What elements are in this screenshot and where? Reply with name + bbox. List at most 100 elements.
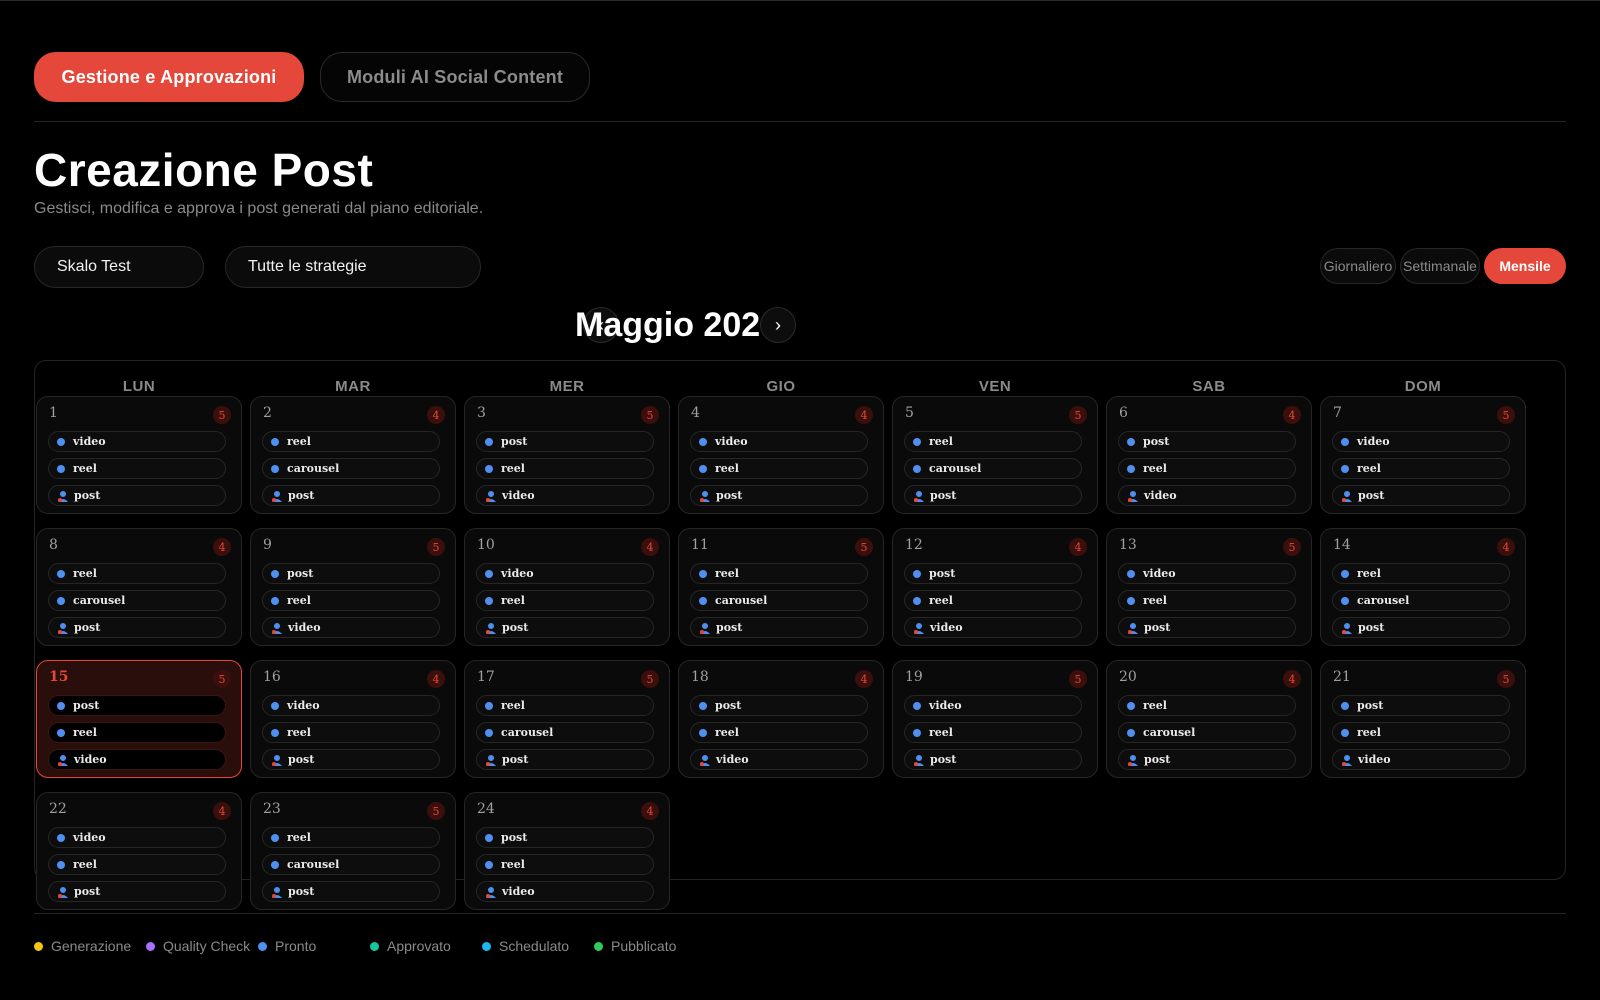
post-item[interactable]: post bbox=[476, 749, 654, 770]
day-cell-15[interactable]: 15 5 post reel video bbox=[36, 660, 242, 778]
post-item[interactable]: post bbox=[48, 617, 226, 638]
post-item[interactable]: reel bbox=[690, 563, 868, 584]
day-cell-21[interactable]: 21 5 post reel video bbox=[1320, 660, 1526, 778]
day-cell-24[interactable]: 24 4 post reel video bbox=[464, 792, 670, 910]
day-cell-20[interactable]: 20 4 reel carousel post bbox=[1106, 660, 1312, 778]
post-item[interactable]: post bbox=[1332, 485, 1510, 506]
day-cell-23[interactable]: 23 5 reel carousel post bbox=[250, 792, 456, 910]
post-item[interactable]: post bbox=[48, 695, 226, 716]
post-item[interactable]: video bbox=[476, 563, 654, 584]
post-item[interactable]: reel bbox=[476, 590, 654, 611]
post-item[interactable]: post bbox=[1332, 617, 1510, 638]
post-item[interactable]: reel bbox=[904, 590, 1082, 611]
day-cell-14[interactable]: 14 4 reel carousel post bbox=[1320, 528, 1526, 646]
client-select[interactable]: Skalo Test bbox=[34, 246, 204, 288]
post-item[interactable]: video bbox=[262, 695, 440, 716]
post-item[interactable]: reel bbox=[48, 563, 226, 584]
post-item[interactable]: reel bbox=[1332, 563, 1510, 584]
post-item[interactable]: reel bbox=[476, 458, 654, 479]
post-item[interactable]: video bbox=[690, 431, 868, 452]
day-cell-9[interactable]: 9 5 post reel video bbox=[250, 528, 456, 646]
post-item[interactable]: post bbox=[48, 485, 226, 506]
post-item[interactable]: reel bbox=[48, 854, 226, 875]
post-item[interactable]: video bbox=[48, 827, 226, 848]
day-cell-12[interactable]: 12 4 post reel video bbox=[892, 528, 1098, 646]
post-item[interactable]: video bbox=[1332, 749, 1510, 770]
post-item[interactable]: post bbox=[262, 749, 440, 770]
post-item[interactable]: post bbox=[262, 485, 440, 506]
post-item[interactable]: carousel bbox=[262, 458, 440, 479]
post-item[interactable]: post bbox=[904, 563, 1082, 584]
post-item[interactable]: video bbox=[48, 431, 226, 452]
day-cell-8[interactable]: 8 4 reel carousel post bbox=[36, 528, 242, 646]
day-cell-3[interactable]: 3 5 post reel video bbox=[464, 396, 670, 514]
post-item[interactable]: post bbox=[904, 485, 1082, 506]
post-item[interactable]: post bbox=[48, 881, 226, 902]
day-cell-16[interactable]: 16 4 video reel post bbox=[250, 660, 456, 778]
post-item[interactable]: video bbox=[476, 485, 654, 506]
post-item[interactable]: post bbox=[904, 749, 1082, 770]
post-item[interactable]: post bbox=[1118, 617, 1296, 638]
day-cell-7[interactable]: 7 5 video reel post bbox=[1320, 396, 1526, 514]
post-item[interactable]: reel bbox=[262, 590, 440, 611]
post-item[interactable]: reel bbox=[476, 695, 654, 716]
post-item[interactable]: post bbox=[1118, 431, 1296, 452]
next-month-button[interactable]: › bbox=[760, 307, 796, 343]
post-item[interactable]: reel bbox=[690, 722, 868, 743]
post-item[interactable]: carousel bbox=[262, 854, 440, 875]
post-item[interactable]: reel bbox=[690, 458, 868, 479]
post-item[interactable]: reel bbox=[262, 431, 440, 452]
post-item[interactable]: post bbox=[476, 617, 654, 638]
post-item[interactable]: post bbox=[476, 431, 654, 452]
post-item[interactable]: reel bbox=[1118, 590, 1296, 611]
day-cell-18[interactable]: 18 4 post reel video bbox=[678, 660, 884, 778]
post-item[interactable]: reel bbox=[1118, 695, 1296, 716]
post-item[interactable]: post bbox=[690, 617, 868, 638]
post-item[interactable]: video bbox=[1118, 485, 1296, 506]
post-item[interactable]: carousel bbox=[476, 722, 654, 743]
day-cell-6[interactable]: 6 4 post reel video bbox=[1106, 396, 1312, 514]
post-item[interactable]: post bbox=[262, 563, 440, 584]
tab-moduli-ai[interactable]: Moduli AI Social Content bbox=[320, 52, 590, 102]
post-item[interactable]: reel bbox=[1332, 722, 1510, 743]
post-item[interactable]: video bbox=[476, 881, 654, 902]
post-item[interactable]: carousel bbox=[690, 590, 868, 611]
tab-gestione-approvazioni[interactable]: Gestione e Approvazioni bbox=[34, 52, 304, 102]
post-item[interactable]: video bbox=[904, 617, 1082, 638]
post-item[interactable]: post bbox=[690, 485, 868, 506]
strategy-select[interactable]: Tutte le strategie bbox=[225, 246, 481, 288]
post-item[interactable]: post bbox=[1118, 749, 1296, 770]
post-item[interactable]: post bbox=[1332, 695, 1510, 716]
post-item[interactable]: reel bbox=[262, 722, 440, 743]
day-cell-10[interactable]: 10 4 video reel post bbox=[464, 528, 670, 646]
post-item[interactable]: carousel bbox=[904, 458, 1082, 479]
post-item[interactable]: video bbox=[904, 695, 1082, 716]
post-item[interactable]: reel bbox=[904, 722, 1082, 743]
post-item[interactable]: video bbox=[262, 617, 440, 638]
post-item[interactable]: reel bbox=[48, 722, 226, 743]
post-item[interactable]: reel bbox=[1332, 458, 1510, 479]
post-item[interactable]: video bbox=[690, 749, 868, 770]
day-cell-22[interactable]: 22 4 video reel post bbox=[36, 792, 242, 910]
post-item[interactable]: post bbox=[476, 827, 654, 848]
post-item[interactable]: reel bbox=[262, 827, 440, 848]
post-item[interactable]: video bbox=[1118, 563, 1296, 584]
day-cell-19[interactable]: 19 5 video reel post bbox=[892, 660, 1098, 778]
day-cell-5[interactable]: 5 5 reel carousel post bbox=[892, 396, 1098, 514]
day-cell-11[interactable]: 11 5 reel carousel post bbox=[678, 528, 884, 646]
view-week-button[interactable]: Settimanale bbox=[1400, 248, 1480, 284]
day-cell-4[interactable]: 4 4 video reel post bbox=[678, 396, 884, 514]
post-item[interactable]: reel bbox=[904, 431, 1082, 452]
day-cell-1[interactable]: 1 5 video reel post bbox=[36, 396, 242, 514]
post-item[interactable]: carousel bbox=[1118, 722, 1296, 743]
post-item[interactable]: carousel bbox=[48, 590, 226, 611]
post-item[interactable]: post bbox=[262, 881, 440, 902]
day-cell-2[interactable]: 2 4 reel carousel post bbox=[250, 396, 456, 514]
view-day-button[interactable]: Giornaliero bbox=[1320, 248, 1396, 284]
day-cell-17[interactable]: 17 5 reel carousel post bbox=[464, 660, 670, 778]
post-item[interactable]: post bbox=[690, 695, 868, 716]
post-item[interactable]: reel bbox=[48, 458, 226, 479]
post-item[interactable]: reel bbox=[1118, 458, 1296, 479]
post-item[interactable]: reel bbox=[476, 854, 654, 875]
post-item[interactable]: video bbox=[48, 749, 226, 770]
